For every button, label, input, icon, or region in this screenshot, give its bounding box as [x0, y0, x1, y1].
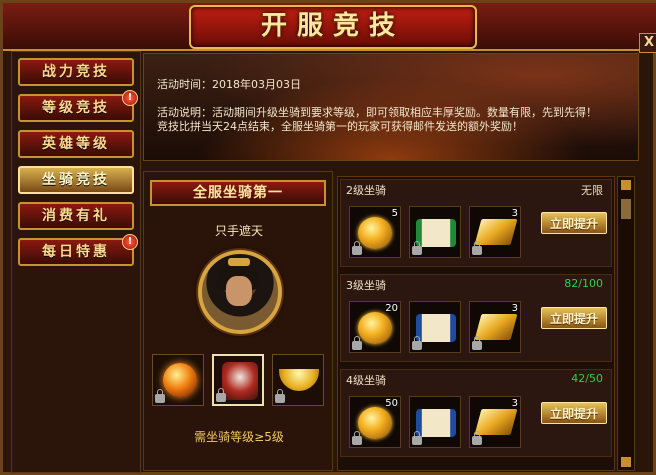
upgrade-button[interactable]: 立即提升	[541, 212, 607, 234]
reward-item[interactable]	[409, 301, 461, 353]
gold-bar-icon	[474, 314, 518, 340]
orange-gem-icon	[163, 363, 197, 397]
requirement-text: 需坐骑等级≥5级	[194, 430, 284, 444]
avatar-crown	[228, 258, 250, 266]
tier-row: 3级坐骑 82/100 20 3 立即提升	[340, 274, 612, 362]
event-window: 开服竞技 X 战力竞技 等级竞技 ! 英雄等级 坐骑竞技 消费有礼 每日特惠 !…	[0, 0, 656, 475]
close-button[interactable]: X	[639, 33, 656, 53]
scroll-thumb[interactable]	[621, 199, 631, 219]
upgrade-button[interactable]: 立即提升	[541, 402, 607, 424]
item-qty: 50	[385, 398, 398, 409]
tab-combat-power[interactable]: 战力竞技	[18, 58, 134, 86]
tier-title: 3级坐骑	[346, 279, 386, 292]
lock-icon	[275, 389, 285, 403]
tier-limit: 82/100	[564, 277, 603, 290]
tier-list: 2级坐骑 无限 5 3 立即提升 3级坐骑 82/100 20 3 立即提升 4…	[337, 176, 615, 471]
rank-title-plate: 全服坐骑第一	[150, 180, 326, 206]
title-plate: 开服竞技	[189, 5, 477, 49]
player-avatar[interactable]	[198, 250, 282, 334]
notification-badge: !	[122, 234, 138, 250]
tab-label: 坐骑竞技	[42, 172, 110, 188]
gold-bar-icon	[474, 409, 518, 435]
upgrade-button-label: 立即提升	[549, 407, 598, 421]
reward-item[interactable]	[409, 396, 461, 448]
item-qty: 3	[511, 208, 518, 219]
lock-icon	[412, 336, 422, 350]
tab-label: 战力竞技	[42, 64, 110, 80]
tab-daily-deal[interactable]: 每日特惠 !	[18, 234, 138, 266]
reward-slot[interactable]	[272, 354, 324, 406]
tier-limit: 42/50	[571, 372, 603, 385]
tier-row: 4级坐骑 42/50 50 3 立即提升	[340, 369, 612, 457]
lock-icon	[155, 389, 165, 403]
event-desc-line-2: 竞技比拼当天24点结束，全服坐骑第一的玩家可获得邮件发送的额外奖励！	[157, 120, 523, 133]
reward-slot[interactable]	[212, 354, 264, 406]
reward-item[interactable]: 3	[469, 301, 521, 353]
item-qty: 5	[391, 208, 398, 219]
reward-item[interactable]: 3	[469, 396, 521, 448]
tab-label: 每日特惠	[42, 244, 110, 260]
rank-panel: 全服坐骑第一 只手遮天 需坐骑等级≥5级	[143, 171, 333, 471]
reward-item[interactable]: 3	[469, 206, 521, 258]
rank-title: 全服坐骑第一	[193, 185, 283, 201]
tier-limit: 无限	[581, 184, 603, 197]
item-qty: 3	[511, 398, 518, 409]
lock-icon	[352, 241, 362, 255]
window-title: 开服竞技	[260, 11, 405, 41]
reward-item[interactable]: 5	[349, 206, 401, 258]
lock-icon	[472, 241, 482, 255]
lock-icon	[472, 431, 482, 445]
upgrade-button-label: 立即提升	[549, 217, 598, 231]
reward-item[interactable]	[409, 206, 461, 258]
lock-icon	[352, 431, 362, 445]
tab-label: 消费有礼	[42, 208, 110, 224]
tier-row: 2级坐骑 无限 5 3 立即提升	[340, 179, 612, 267]
blue-scroll-icon	[416, 314, 456, 342]
gold-bar-icon	[474, 219, 518, 245]
lock-icon	[216, 388, 226, 402]
tab-label: 等级竞技	[42, 100, 110, 116]
tab-level[interactable]: 等级竞技 !	[18, 90, 138, 122]
player-name: 只手遮天	[214, 224, 263, 238]
blue-scroll-icon	[416, 409, 456, 437]
lock-icon	[352, 336, 362, 350]
tier-title: 2级坐骑	[346, 184, 386, 197]
item-qty: 20	[385, 303, 398, 314]
lock-icon	[472, 336, 482, 350]
item-qty: 3	[511, 303, 518, 314]
reward-item[interactable]: 50	[349, 396, 401, 448]
tab-label: 英雄等级	[42, 136, 110, 152]
scroll-up-icon[interactable]	[621, 180, 631, 190]
upgrade-button[interactable]: 立即提升	[541, 307, 607, 329]
gold-coin-icon	[358, 312, 392, 344]
scroll-down-icon[interactable]	[621, 457, 631, 467]
upgrade-button-label: 立即提升	[549, 312, 598, 326]
green-scroll-icon	[416, 219, 456, 247]
reward-item[interactable]: 20	[349, 301, 401, 353]
title-bar: 开服竞技	[3, 3, 656, 51]
notification-badge: !	[122, 90, 138, 106]
tier-title: 4级坐骑	[346, 374, 386, 387]
gold-coin-icon	[358, 217, 392, 249]
tab-mount[interactable]: 坐骑竞技	[18, 166, 134, 194]
red-horse-icon	[222, 362, 258, 400]
sidebar-tabs: 战力竞技 等级竞技 ! 英雄等级 坐骑竞技 消费有礼 每日特惠 !	[11, 51, 141, 473]
event-time: 活动时间：2018年03月03日	[157, 78, 301, 91]
reward-slot[interactable]	[152, 354, 204, 406]
tab-hero-level[interactable]: 英雄等级	[18, 130, 134, 158]
tier-list-scrollbar[interactable]	[617, 176, 635, 471]
gold-coin-icon	[358, 407, 392, 439]
tab-spend-gift[interactable]: 消费有礼	[18, 202, 134, 230]
event-banner: 活动时间：2018年03月03日 活动说明：活动期间升级坐骑到要求等级，即可领取…	[143, 53, 639, 161]
lock-icon	[412, 241, 422, 255]
lock-icon	[412, 431, 422, 445]
gold-ingot-icon	[279, 369, 319, 391]
avatar-face	[226, 276, 252, 306]
